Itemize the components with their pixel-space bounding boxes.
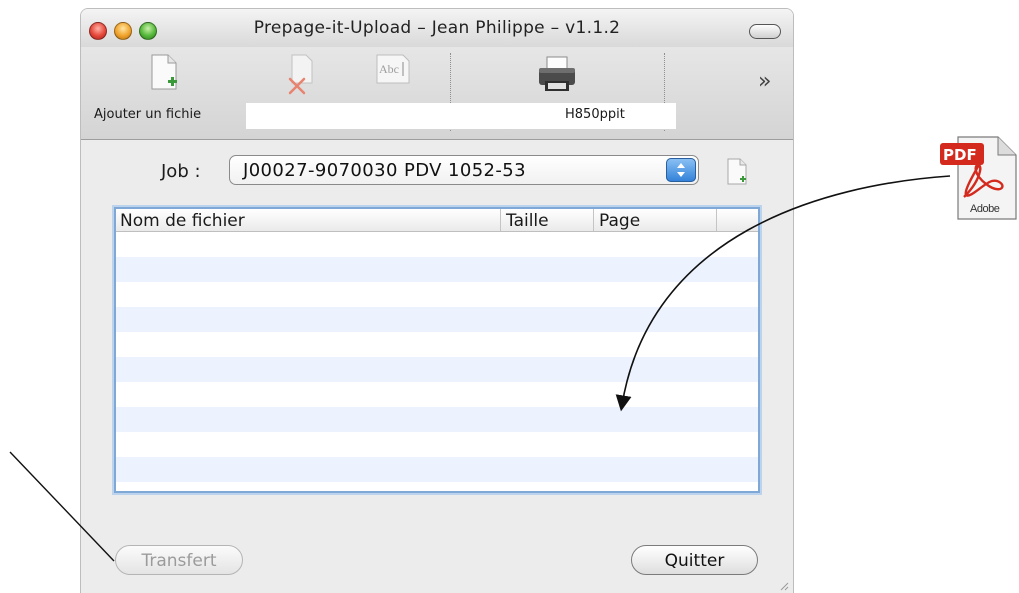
pointer-line bbox=[9, 451, 115, 562]
pdf-badge-label: PDF bbox=[943, 146, 977, 164]
drag-arrow bbox=[615, 175, 951, 412]
pdf-file-icon: PDF Adobe bbox=[940, 133, 1019, 225]
annotation-overlay bbox=[9, 175, 951, 562]
pdf-brand-label: Adobe bbox=[970, 203, 1000, 215]
